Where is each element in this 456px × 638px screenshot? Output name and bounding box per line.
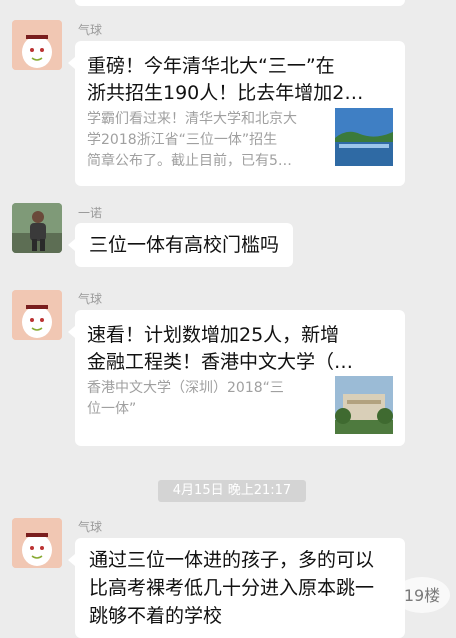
- card-desc-line: 简章公布了。截止目前，已有5…: [87, 153, 292, 169]
- sender-name: 气球: [78, 292, 103, 306]
- card-title-line: 浙共招生190人！比去年增加2…: [87, 82, 364, 104]
- avatar-qiqiu[interactable]: [12, 290, 62, 340]
- card-desc-line: 学2018浙江省“三位一体”招生: [87, 132, 278, 148]
- link-card-message[interactable]: 重磅！今年清华北大“三一”在 浙共招生190人！比去年增加2… 学霸们看过来！清…: [68, 41, 405, 186]
- message-line: 通过三位一体进的孩子，多的可以: [89, 549, 375, 571]
- card-title-line: 金融工程类！香港中文大学（…: [87, 351, 354, 373]
- card-description: 学霸们看过来！清华大学和北京大 学2018浙江省“三位一体”招生 简章公布了。截…: [87, 109, 323, 172]
- watermark-text: 19楼: [404, 586, 440, 605]
- avatar-illustration: [12, 518, 62, 568]
- card-description: 香港中文大学（深圳）2018“三 位一体”: [87, 378, 323, 420]
- message-line: 跳够不着的学校: [89, 605, 223, 627]
- avatar-qiqiu[interactable]: [12, 518, 62, 568]
- text-message[interactable]: 三位一体有高校门槛吗: [67, 223, 294, 267]
- link-card-message[interactable]: 速看！计划数增加25人，新增 金融工程类！香港中文大学（… 香港中文大学（深圳）…: [68, 310, 405, 446]
- text-message[interactable]: 通过三位一体进的孩子，多的可以 比高考裸考低几十分进入原本跳一 跳够不着的学校: [68, 538, 405, 638]
- card-thumbnail: [335, 108, 393, 166]
- card-title-line: 重磅！今年清华北大“三一”在: [87, 55, 335, 77]
- avatar-illustration: [12, 290, 62, 340]
- card-title-line: 速看！计划数增加25人，新增: [87, 324, 340, 346]
- card-desc-line: 香港中文大学（深圳）2018“三: [87, 380, 284, 396]
- avatar-qiqiu[interactable]: [12, 20, 62, 70]
- watermark-logo: 19楼: [392, 573, 452, 617]
- card-desc-line: 位一体”: [87, 401, 137, 417]
- message-line: 比高考裸考低几十分进入原本跳一: [89, 577, 375, 599]
- avatar-illustration: [12, 20, 62, 70]
- card-desc-line: 学霸们看过来！清华大学和北京大: [87, 111, 297, 127]
- card-thumbnail: [335, 376, 393, 434]
- sender-name: 一诺: [78, 206, 103, 220]
- timestamp-badge: 4月15日 晚上21:17: [158, 480, 306, 502]
- previous-message-bubble[interactable]: [75, 0, 405, 6]
- sender-name: 气球: [78, 23, 103, 37]
- avatar-photo: [12, 203, 62, 253]
- sender-name: 气球: [78, 520, 103, 534]
- avatar-yinuo[interactable]: [12, 203, 62, 253]
